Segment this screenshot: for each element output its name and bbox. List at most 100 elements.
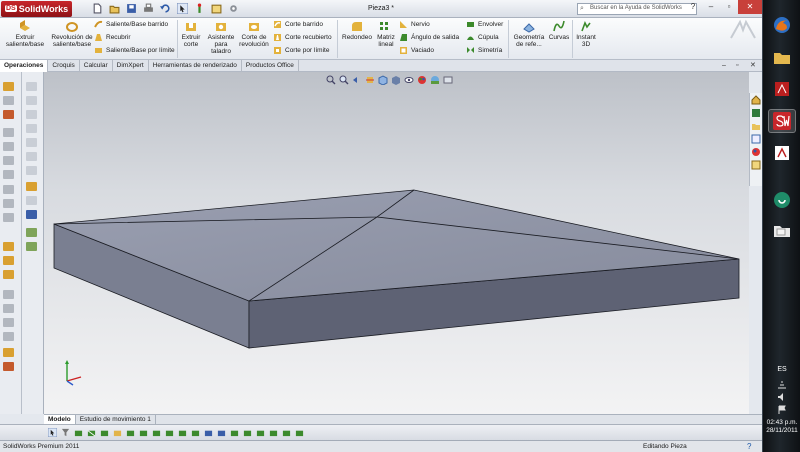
tab-dimxpert[interactable]: DimXpert <box>113 60 149 72</box>
hole-wizard-button[interactable]: Asistente para taladro <box>205 20 237 55</box>
swept-boss-button[interactable]: Saliente/Base barrido <box>94 19 168 30</box>
filter-notes-icon[interactable] <box>139 428 148 437</box>
new-document-icon[interactable] <box>92 3 103 14</box>
taskbar-windows-explorer[interactable] <box>768 45 796 69</box>
select-tool-icon[interactable] <box>48 428 57 437</box>
tray-flag-icon[interactable] <box>777 405 787 415</box>
filter-surfaces-icon[interactable] <box>217 428 226 437</box>
doc-close-icon[interactable]: ✕ <box>750 62 758 70</box>
solidworks-logo[interactable]: DS SolidWorks <box>1 0 73 17</box>
save-icon[interactable] <box>126 3 137 14</box>
linear-pattern-button[interactable]: Matriz lineal <box>375 20 397 48</box>
rebuild-icon[interactable] <box>194 3 205 14</box>
extrude-boss-icon <box>20 20 30 31</box>
boundary-boss-button[interactable]: Saliente/Base por límite <box>94 45 175 56</box>
left-column-icons <box>3 82 14 371</box>
filter-faces-icon[interactable] <box>100 428 109 437</box>
reference-geometry-button[interactable]: Geometría de refe... <box>510 20 548 48</box>
help-search-icon: ⌕ <box>580 5 584 12</box>
tray-volume-icon[interactable] <box>777 392 787 402</box>
3d-model[interactable] <box>44 72 749 414</box>
filter-gtol-icon[interactable] <box>269 428 278 437</box>
draft-button[interactable]: Ángulo de salida <box>399 32 459 43</box>
wrap-button[interactable]: Envolver <box>466 19 503 30</box>
dome-button[interactable]: Cúpula <box>466 32 499 43</box>
options-icon[interactable] <box>228 3 239 14</box>
view-palette-icon[interactable] <box>751 134 761 144</box>
filter-dimensions-icon[interactable] <box>126 428 135 437</box>
revolve-cut-button[interactable]: Corte de revolución <box>238 20 270 48</box>
filter-planes-icon[interactable] <box>152 428 161 437</box>
fillet-button[interactable]: Redondeo <box>340 20 374 41</box>
doc-restore-icon[interactable]: ▫ <box>736 62 744 70</box>
maximize-icon[interactable]: ▫ <box>720 0 738 14</box>
swept-cut-button[interactable]: Corte barrido <box>273 19 323 30</box>
lofted-cut-icon <box>274 34 281 41</box>
solidworks-taskbar-icon <box>773 112 791 130</box>
tab-operaciones[interactable]: Operaciones <box>0 60 49 72</box>
filter-toggle-icon[interactable] <box>61 428 70 437</box>
extrude-boss-button[interactable]: Extruir saliente/base <box>3 20 47 48</box>
lofted-cut-button[interactable]: Corte recubierto <box>273 32 332 43</box>
filter-routing-icon[interactable] <box>295 428 304 437</box>
taskbar-clock[interactable]: 02:43 p.m. 28/11/2011 <box>763 419 800 435</box>
open-folder-icon[interactable] <box>109 3 120 14</box>
taskbar-app-green[interactable] <box>768 188 796 212</box>
extrude-cut-button[interactable]: Extruir corte <box>178 20 204 48</box>
tab-calcular[interactable]: Calcular <box>80 60 113 72</box>
loft-button[interactable]: Recubrir <box>94 32 131 43</box>
revolve-cut-icon <box>249 23 259 31</box>
appearances-icon[interactable] <box>751 147 761 157</box>
filter-blocks-icon[interactable] <box>282 428 291 437</box>
select-arrow-icon[interactable] <box>177 3 189 14</box>
help-search-input[interactable]: ⌕ Buscar en la Ayuda de SolidWorks <box>577 3 697 15</box>
filter-sketches-icon[interactable] <box>178 428 187 437</box>
print-icon[interactable] <box>143 3 154 14</box>
minimize-icon[interactable]: – <box>702 0 720 14</box>
filter-points-icon[interactable] <box>191 428 200 437</box>
rib-button[interactable]: Nervio <box>399 19 430 30</box>
tab-modelo[interactable]: Modelo <box>44 415 76 424</box>
filter-origins-icon[interactable] <box>230 428 239 437</box>
filter-axes-icon[interactable] <box>165 428 174 437</box>
tab-estudio-movimiento[interactable]: Estudio de movimiento 1 <box>76 415 156 424</box>
doc-minimize-icon[interactable]: – <box>722 62 730 70</box>
tab-herramientas-renderizado[interactable]: Herramientas de renderizado <box>149 60 242 72</box>
taskbar-adobe-reader[interactable] <box>768 77 796 101</box>
tab-productos-office[interactable]: Productos Office <box>242 60 299 72</box>
file-properties-icon[interactable] <box>211 3 222 14</box>
curves-button[interactable]: Curvas <box>548 20 570 41</box>
design-library-icon[interactable] <box>751 108 761 118</box>
explorer-folder-icon <box>774 53 790 64</box>
tray-network-icon[interactable] <box>777 379 787 389</box>
filter-bodies-icon[interactable] <box>204 428 213 437</box>
filter-weld-icon[interactable] <box>243 428 252 437</box>
help-question-icon[interactable]: ? <box>684 0 702 14</box>
swept-boss-icon <box>94 20 103 28</box>
taskbar-adobe-acrobat[interactable] <box>768 141 796 165</box>
close-icon[interactable]: ✕ <box>738 0 762 14</box>
draft-icon <box>400 34 407 41</box>
graphics-area[interactable] <box>44 72 749 414</box>
taskbar-solidworks[interactable] <box>768 109 796 133</box>
custom-properties-icon[interactable] <box>751 160 761 170</box>
boundary-cut-button[interactable]: Corte por límite <box>273 45 329 56</box>
mirror-button[interactable]: Simetría <box>466 45 502 56</box>
filter-edges-icon[interactable] <box>87 428 96 437</box>
status-help-icon[interactable]: ? <box>747 442 751 451</box>
undo-icon[interactable] <box>160 3 171 14</box>
filter-vertices-icon[interactable] <box>74 428 83 437</box>
instant3d-button[interactable]: Instant 3D <box>573 20 599 48</box>
taskbar-pdf-folder[interactable] <box>768 218 796 242</box>
filter-features-icon[interactable] <box>113 428 122 437</box>
shell-button[interactable]: Vaciado <box>399 45 434 56</box>
taskbar-firefox[interactable] <box>768 13 796 37</box>
input-language[interactable]: ES <box>763 366 800 373</box>
filter-datum-icon[interactable] <box>256 428 265 437</box>
home-icon[interactable] <box>751 95 761 105</box>
tab-croquis[interactable]: Croquis <box>48 60 80 72</box>
revolve-boss-button[interactable]: Revolución de saliente/base <box>50 20 94 48</box>
triad-axes-icon <box>65 360 82 386</box>
selection-filter-toolbar <box>0 424 762 440</box>
file-explorer-icon[interactable] <box>751 121 761 131</box>
